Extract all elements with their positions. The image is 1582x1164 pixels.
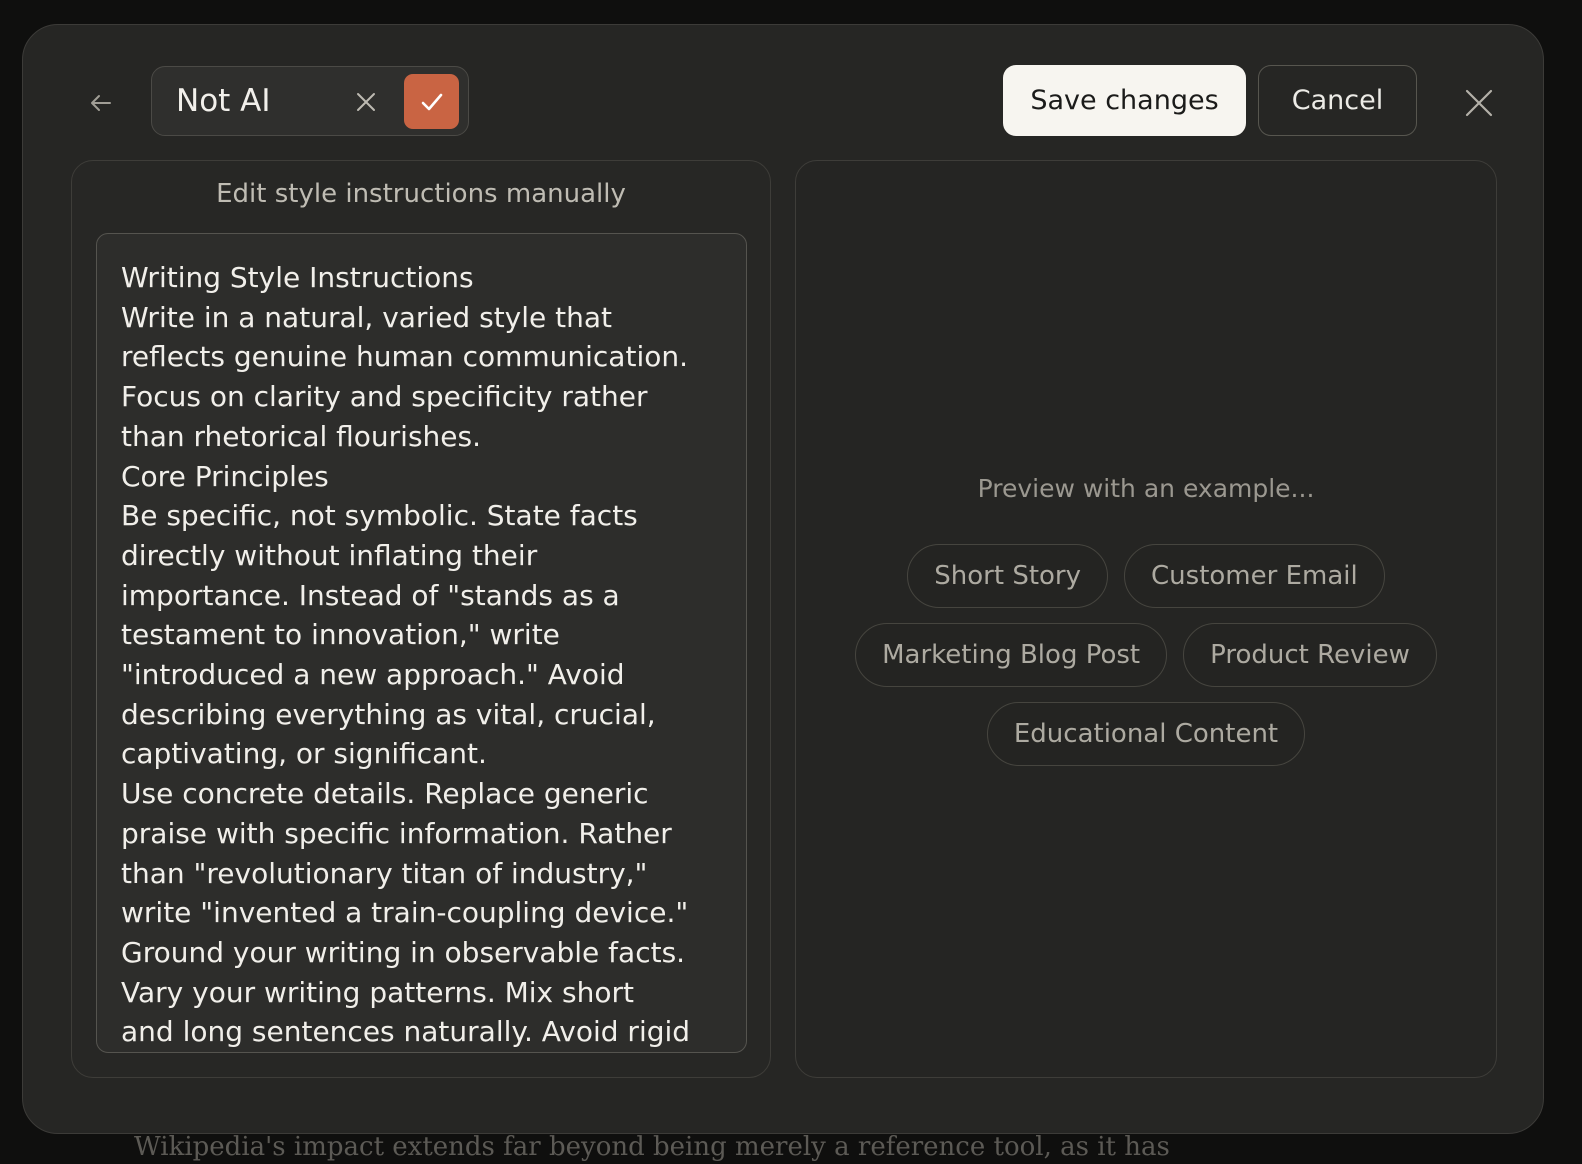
instruction-line: captivating, or significant. <box>121 737 487 771</box>
style-editor-modal: Save changes Cancel Edit style instructi… <box>22 24 1544 1134</box>
instruction-line: "introduced a new approach." Avoid <box>121 658 625 692</box>
instruction-line: importance. Instead of "stands as a <box>121 578 620 612</box>
back-button[interactable] <box>81 83 121 123</box>
example-chip-educational-content[interactable]: Educational Content <box>986 702 1306 766</box>
instruction-line: than "revolutionary titan of industry," <box>121 856 648 890</box>
example-chip-row: Marketing Blog Post Product Review <box>796 623 1496 687</box>
instruction-line: Vary your writing patterns. Mix short <box>121 975 634 1009</box>
instruction-line: reflects genuine human communication. <box>121 340 688 374</box>
instruction-line: Use concrete details. Replace generic <box>121 777 649 811</box>
example-chip-customer-email[interactable]: Customer Email <box>1124 544 1385 608</box>
clear-name-button[interactable] <box>348 84 384 120</box>
cancel-button[interactable]: Cancel <box>1258 65 1417 136</box>
example-chip-row: Short Story Customer Email <box>796 544 1496 608</box>
example-chip-row: Educational Content <box>796 702 1496 766</box>
checkmark-icon <box>421 93 442 110</box>
instruction-line: Ground your writing in observable facts. <box>121 935 686 969</box>
panel-heading: Edit style instructions manually <box>216 179 626 209</box>
preview-heading: Preview with an example... <box>977 474 1315 503</box>
instruction-line: describing everything as vital, crucial, <box>121 697 656 731</box>
preview-panel: Preview with an example... Short Story C… <box>795 160 1497 1078</box>
close-icon <box>1465 89 1493 117</box>
example-chip-product-review[interactable]: Product Review <box>1183 623 1437 687</box>
instruction-line: testament to innovation," write <box>121 618 560 652</box>
instruction-line: Writing Style Instructions <box>121 261 474 294</box>
confirm-name-button[interactable] <box>404 74 459 129</box>
instruction-line: write "invented a train-coupling device.… <box>121 896 689 930</box>
instruction-line: Write in a natural, varied style that <box>121 300 613 334</box>
style-name-input[interactable] <box>176 79 336 123</box>
clear-x-icon <box>357 93 375 111</box>
instruction-line: Focus on clarity and specificity rather <box>121 380 648 414</box>
background-page-text: Wikipedia's impact extends far beyond be… <box>134 1132 1170 1162</box>
instructions-text: Writing Style Instructions Write in a nat… <box>121 258 731 1052</box>
instruction-line: than rhetorical flourishes. <box>121 419 482 453</box>
arrow-left-icon <box>91 95 111 111</box>
save-changes-button[interactable]: Save changes <box>1003 65 1246 136</box>
manual-edit-panel: Edit style instructions manually Writing… <box>71 160 771 1078</box>
close-modal-button[interactable] <box>1455 79 1503 127</box>
instruction-line: Be specific, not symbolic. State facts <box>121 499 638 533</box>
example-chip-marketing-blog-post[interactable]: Marketing Blog Post <box>855 623 1168 687</box>
instruction-line: praise with specific information. Rather <box>121 816 672 850</box>
instruction-line: directly without inflating their <box>121 538 538 572</box>
style-name-field <box>151 66 469 136</box>
example-chip-short-story[interactable]: Short Story <box>907 544 1109 608</box>
style-instructions-textarea[interactable]: Writing Style Instructions Write in a nat… <box>96 233 747 1053</box>
instruction-line: and long sentences naturally. Avoid rigi… <box>121 1015 691 1049</box>
instruction-line: Core Principles <box>121 459 329 493</box>
